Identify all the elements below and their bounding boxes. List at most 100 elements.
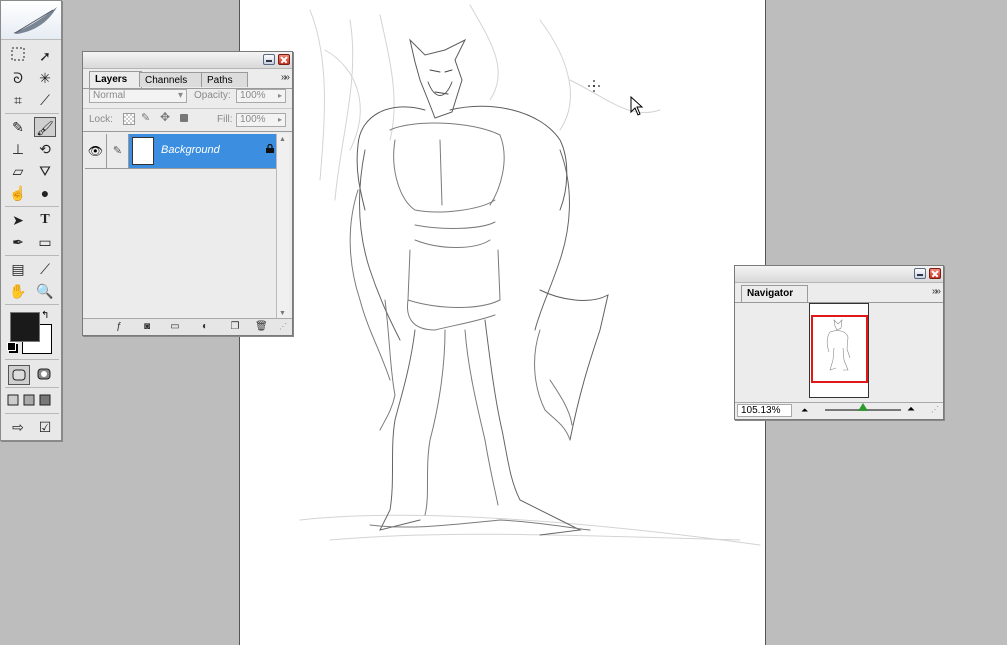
jump-to-imageready-icon[interactable]: ⇨: [7, 417, 29, 437]
full-screen-menubar-icon[interactable]: [21, 391, 37, 411]
arrow-right-icon: ▸: [277, 91, 282, 100]
layer-style-icon[interactable]: ƒ: [113, 321, 125, 332]
feather-icon: [13, 7, 57, 34]
lock-position-icon[interactable]: ✥: [160, 110, 170, 124]
navigator-tab-row: Navigator »»: [735, 283, 943, 303]
new-group-icon[interactable]: ▭: [169, 321, 181, 332]
zoom-slider-thumb[interactable]: [858, 403, 868, 411]
palette-menu-icon[interactable]: »»: [932, 286, 941, 297]
lock-transparency-icon[interactable]: [123, 113, 135, 125]
tab-paths[interactable]: Paths: [201, 72, 248, 87]
zoom-value: 105.13%: [741, 405, 781, 416]
minimize-icon[interactable]: [263, 54, 275, 65]
quick-mask-mode-icon[interactable]: [33, 365, 55, 385]
new-layer-icon[interactable]: ❐: [229, 321, 241, 332]
standard-mode-icon[interactable]: [8, 365, 30, 385]
trash-icon[interactable]: 🗑: [255, 321, 268, 332]
scroll-up-icon[interactable]: ▲: [279, 136, 286, 143]
eyedropper-icon[interactable]: ⟋: [34, 259, 56, 279]
fill-value: 100%: [240, 114, 266, 125]
rectangle-shape-icon[interactable]: ▭: [34, 232, 56, 252]
magic-wand-icon[interactable]: ✳: [34, 68, 56, 88]
default-colors-icon[interactable]: [7, 342, 16, 351]
scroll-down-icon[interactable]: ▼: [279, 310, 286, 317]
chevron-down-icon: ▾: [177, 90, 183, 101]
opacity-value: 100%: [240, 90, 266, 101]
hand-icon[interactable]: ✋: [7, 281, 29, 301]
layer-thumbnail: [132, 137, 154, 165]
layers-scrollbar[interactable]: ▲ ▼: [276, 134, 289, 319]
layer-list: 👁 ✎ Background: [85, 134, 278, 319]
adjustment-layer-icon[interactable]: ◐: [199, 321, 211, 332]
minimize-icon[interactable]: [914, 268, 926, 279]
standard-screen-mode-icon[interactable]: [5, 391, 21, 411]
tab-navigator[interactable]: Navigator: [741, 285, 809, 302]
zoom-field[interactable]: 105.13%: [737, 404, 792, 417]
arrow-right-icon: ▸: [277, 115, 282, 124]
opacity-label: Opacity:: [194, 90, 231, 101]
foreground-color-swatch[interactable]: [10, 312, 40, 342]
photoshop-feather-logo[interactable]: [1, 1, 61, 40]
navigator-view-box[interactable]: [811, 315, 868, 383]
slice-icon[interactable]: ⟋: [34, 90, 56, 110]
crop-icon[interactable]: ⌗: [7, 90, 29, 110]
opacity-field[interactable]: 100% ▸: [236, 89, 286, 103]
layer-selection[interactable]: Background: [129, 134, 278, 168]
layers-palette-titlebar[interactable]: [83, 52, 292, 69]
toolbox: ➚ ᘐ ✳ ⌗ ⟋ ✎ 🖌 ⊥ ⟲ ▱ ⛛ ☝ ● ➤ T ✒ ▭ ▤ ⟋ ✋ …: [0, 0, 62, 441]
document-canvas[interactable]: [239, 0, 766, 645]
layers-bottom-bar: ƒ ◙ ▭ ◐ ❐ 🗑 ⋰: [83, 318, 292, 335]
resize-grip-icon[interactable]: ⋰: [277, 321, 289, 332]
blend-mode-value: Normal: [93, 90, 126, 101]
lock-icon: [266, 144, 274, 153]
eye-icon[interactable]: 👁: [85, 134, 107, 168]
healing-brush-icon[interactable]: ✎: [7, 117, 29, 137]
layers-palette: Layers Channels Paths »» Normal ▾ Opacit…: [82, 51, 293, 336]
navigator-preview[interactable]: [809, 303, 869, 398]
navigator-titlebar[interactable]: [735, 266, 943, 283]
brush-crosshair-icon: [588, 80, 600, 92]
palette-menu-icon[interactable]: »»: [281, 72, 290, 83]
edit-in-imageready-icon[interactable]: ☑: [34, 417, 56, 437]
navigator-palette: Navigator »» 105.13% ⏶ ⏶ ⋰: [734, 265, 944, 420]
dodge-icon[interactable]: ●: [34, 183, 56, 203]
brush-link-icon[interactable]: ✎: [107, 134, 129, 168]
resize-grip-icon[interactable]: ⋰: [931, 405, 939, 414]
fill-field[interactable]: 100% ▸: [236, 113, 286, 127]
smudge-icon[interactable]: ☝: [7, 183, 29, 203]
tab-layers[interactable]: Layers: [89, 71, 143, 88]
path-selection-icon[interactable]: ➤: [7, 210, 29, 230]
zoom-slider[interactable]: [825, 403, 901, 411]
tab-channels[interactable]: Channels: [139, 72, 203, 87]
fill-label: Fill:: [217, 114, 233, 125]
lock-pixels-icon[interactable]: ✎: [141, 111, 150, 124]
lock-all-icon[interactable]: [180, 114, 188, 122]
paint-bucket-icon[interactable]: ⛛: [34, 161, 56, 181]
brush-icon[interactable]: 🖌: [34, 117, 56, 137]
zoom-icon[interactable]: 🔍: [34, 281, 56, 301]
zoom-row: 105.13% ⏶ ⏶ ⋰: [735, 402, 943, 419]
lasso-icon[interactable]: ᘐ: [7, 68, 29, 88]
add-mask-icon[interactable]: ◙: [141, 321, 153, 332]
blend-mode-select[interactable]: Normal ▾: [89, 89, 187, 103]
zoom-in-icon[interactable]: ⏶: [907, 404, 915, 415]
clone-stamp-icon[interactable]: ⊥: [7, 139, 29, 159]
close-icon[interactable]: [929, 268, 941, 279]
lock-label: Lock:: [89, 114, 113, 125]
notes-icon[interactable]: ▤: [7, 259, 29, 279]
sketch-drawing: [299, 4, 761, 546]
layer-name: Background: [161, 144, 220, 156]
layer-row-background[interactable]: 👁 ✎ Background: [85, 134, 278, 169]
history-brush-icon[interactable]: ⟲: [34, 139, 56, 159]
type-icon[interactable]: T: [34, 210, 56, 230]
zoom-out-icon[interactable]: ⏶: [801, 405, 808, 416]
eraser-icon[interactable]: ▱: [7, 161, 29, 181]
move-icon[interactable]: ➚: [34, 46, 56, 66]
swap-colors-icon[interactable]: ↰: [41, 310, 49, 321]
close-icon[interactable]: [278, 54, 290, 65]
pen-icon[interactable]: ✒: [7, 232, 29, 252]
marquee-icon[interactable]: [7, 46, 29, 66]
full-screen-mode-icon[interactable]: [37, 391, 53, 411]
mouse-pointer-icon: [630, 96, 644, 116]
layers-tab-row: Layers Channels Paths »»: [83, 69, 292, 89]
